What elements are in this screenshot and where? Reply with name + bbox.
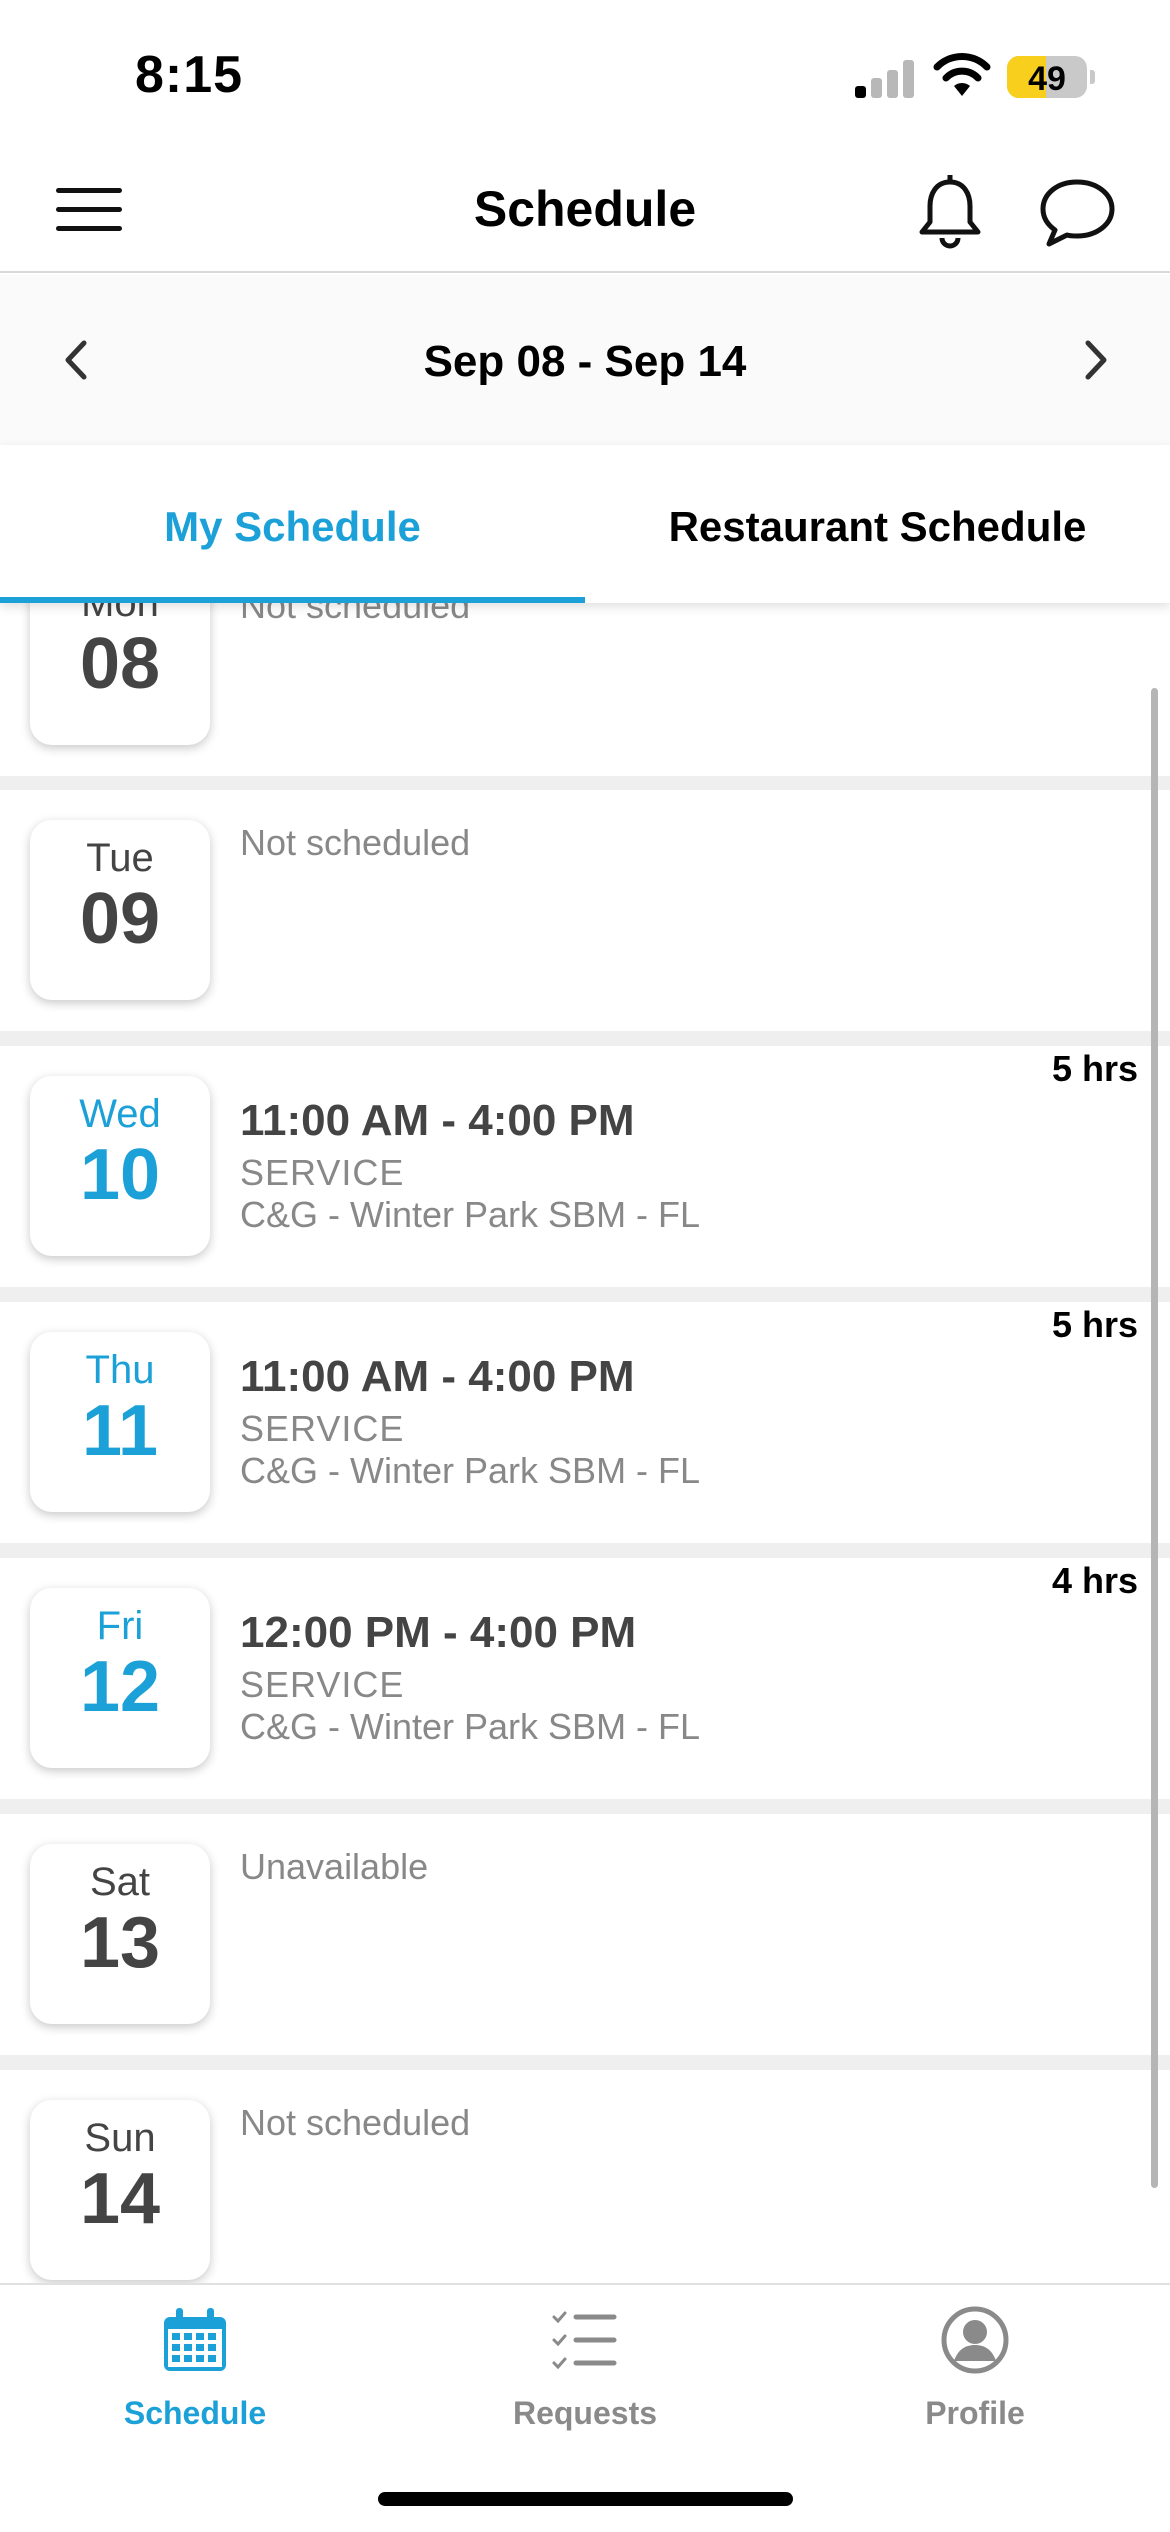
date-card: Sun 14	[30, 2100, 210, 2280]
day-of-week: Thu	[85, 1348, 155, 1392]
shift-role: SERVICE	[240, 1152, 405, 1193]
week-navigator: Sep 08 - Sep 14	[0, 275, 1170, 445]
tab-my-schedule[interactable]: My Schedule	[0, 445, 585, 603]
date-card: Tue 09	[30, 820, 210, 1000]
day-status: Not scheduled	[240, 822, 471, 863]
date-card: Mon 08	[30, 603, 210, 745]
day-number: 10	[79, 1135, 161, 1215]
cellular-signal-icon	[855, 58, 915, 98]
shift-role: SERVICE	[240, 1664, 405, 1705]
battery-icon: 49	[1007, 56, 1087, 98]
battery-level: 49	[1028, 60, 1066, 98]
day-row-mon[interactable]: Mon 08 Not scheduled	[0, 603, 1170, 776]
nav-profile[interactable]: Profile	[780, 2285, 1170, 2485]
nav-label: Schedule	[123, 2395, 267, 2431]
day-number: 13	[79, 1903, 161, 1983]
active-tab-indicator	[0, 597, 585, 603]
wifi-icon	[933, 53, 991, 96]
home-indicator	[378, 2492, 793, 2506]
battery-tip	[1090, 70, 1095, 84]
day-status: Unavailable	[240, 1846, 429, 1887]
day-row-fri[interactable]: Fri 12 4 hrs 12:00 PM - 4:00 PM SERVICE …	[0, 1558, 1170, 1799]
day-row-thu[interactable]: Thu 11 5 hrs 11:00 AM - 4:00 PM SERVICE …	[0, 1302, 1170, 1543]
day-status: Not scheduled	[240, 2102, 471, 2143]
schedule-tabs: My Schedule Restaurant Schedule	[0, 445, 1170, 603]
day-number: 11	[81, 1391, 159, 1471]
page-title: Schedule	[473, 181, 697, 237]
day-number: 14	[79, 2159, 161, 2239]
day-number: 09	[79, 879, 161, 959]
day-row-wed[interactable]: Wed 10 5 hrs 11:00 AM - 4:00 PM SERVICE …	[0, 1046, 1170, 1287]
day-of-week: Sat	[89, 1860, 151, 1904]
date-card: Fri 12	[30, 1588, 210, 1768]
shift-time: 12:00 PM - 4:00 PM	[240, 1608, 637, 1657]
day-row-tue[interactable]: Tue 09 Not scheduled	[0, 790, 1170, 1031]
chat-icon[interactable]	[1035, 172, 1120, 252]
app-header: Schedule	[0, 150, 1170, 273]
day-of-week: Sun	[84, 2116, 156, 2160]
nav-label: Requests	[512, 2395, 658, 2431]
day-of-week: Fri	[96, 1604, 144, 1648]
day-of-week: Wed	[79, 1092, 161, 1136]
calendar-icon	[164, 2308, 226, 2371]
shift-role: SERVICE	[240, 1408, 405, 1449]
scrollbar[interactable]	[1151, 688, 1158, 2188]
bell-icon[interactable]	[910, 172, 990, 252]
status-bar: 8:15 49	[0, 0, 1170, 150]
shift-hours: 5 hrs	[1051, 1048, 1138, 1089]
day-row-sun[interactable]: Sun 14 Not scheduled	[0, 2070, 1170, 2283]
day-row-sat[interactable]: Sat 13 Unavailable	[0, 1814, 1170, 2055]
profile-icon	[941, 2306, 1009, 2374]
chevron-right-icon[interactable]	[1070, 335, 1120, 385]
nav-schedule[interactable]: Schedule	[0, 2285, 390, 2485]
date-card: Sat 13	[30, 1844, 210, 2024]
day-number: 08	[79, 624, 161, 704]
nav-requests[interactable]: Requests	[390, 2285, 780, 2485]
date-card: Thu 11	[30, 1332, 210, 1512]
shift-time: 11:00 AM - 4:00 PM	[240, 1352, 635, 1401]
day-number: 12	[79, 1647, 161, 1727]
shift-hours: 4 hrs	[1051, 1560, 1138, 1601]
shift-location: C&G - Winter Park SBM - FL	[240, 1450, 701, 1491]
status-time: 8:15	[135, 46, 244, 104]
day-of-week: Tue	[86, 836, 154, 880]
day-of-week: Mon	[81, 603, 159, 625]
shift-hours: 5 hrs	[1051, 1304, 1138, 1345]
day-status: Not scheduled	[240, 603, 471, 626]
shift-time: 11:00 AM - 4:00 PM	[240, 1096, 635, 1145]
nav-label: Profile	[925, 2395, 1025, 2431]
week-range-label: Sep 08 - Sep 14	[423, 337, 747, 386]
shift-location: C&G - Winter Park SBM - FL	[240, 1706, 701, 1747]
schedule-list[interactable]: Mon 08 Not scheduled Tue 09 Not schedule…	[0, 603, 1170, 2283]
checklist-icon	[552, 2311, 617, 2370]
tab-restaurant-schedule[interactable]: Restaurant Schedule	[585, 445, 1170, 603]
shift-location: C&G - Winter Park SBM - FL	[240, 1194, 701, 1235]
date-card: Wed 10	[30, 1076, 210, 1256]
